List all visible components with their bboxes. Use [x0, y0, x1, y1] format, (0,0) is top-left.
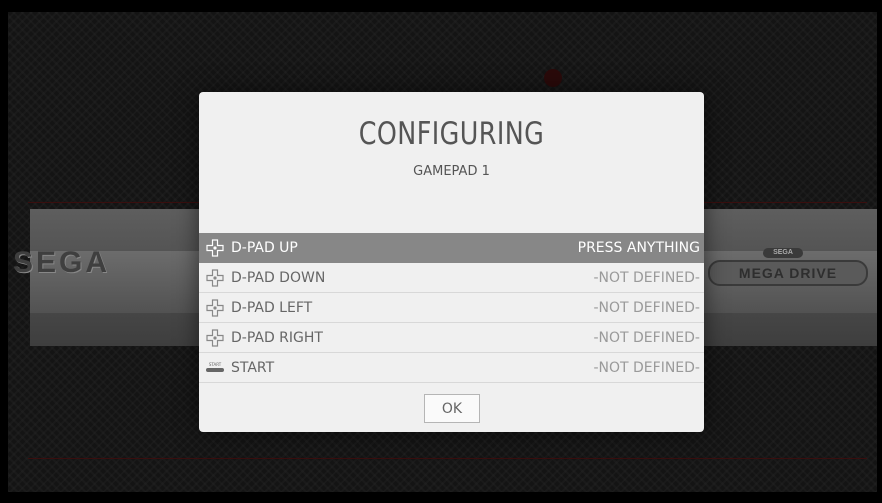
input-label: START [231, 359, 275, 376]
sega-logo: SEGA [13, 246, 111, 279]
input-row-dpad-up[interactable]: D-PAD UP PRESS ANYTHING [199, 233, 704, 263]
input-list: D-PAD UP PRESS ANYTHING D-PAD DOWN -NOT … [199, 233, 704, 383]
input-value: -NOT DEFINED- [593, 269, 700, 286]
background-line [28, 458, 867, 459]
input-row-dpad-right[interactable]: D-PAD RIGHT -NOT DEFINED- [199, 323, 704, 353]
input-value: -NOT DEFINED- [593, 299, 700, 316]
background-dot [544, 69, 562, 87]
dialog-title: CONFIGURING [358, 116, 545, 152]
ok-button[interactable]: OK [424, 394, 480, 423]
mega-drive-logo: SEGA MEGA DRIVE [708, 248, 868, 286]
input-label: D-PAD UP [231, 239, 298, 256]
input-value: -NOT DEFINED- [593, 359, 700, 376]
dpad-icon [204, 327, 226, 349]
mega-drive-logo-main: MEGA DRIVE [708, 260, 868, 286]
svg-text:START: START [209, 362, 222, 367]
dialog-subtitle: GAMEPAD 1 [413, 164, 490, 179]
dpad-icon [204, 237, 226, 259]
input-label: D-PAD RIGHT [231, 329, 323, 346]
configure-dialog: CONFIGURING GAMEPAD 1 D-PAD UP PRESS ANY… [199, 92, 704, 432]
input-row-dpad-down[interactable]: D-PAD DOWN -NOT DEFINED- [199, 263, 704, 293]
input-row-dpad-left[interactable]: D-PAD LEFT -NOT DEFINED- [199, 293, 704, 323]
input-label: D-PAD DOWN [231, 269, 326, 286]
input-value: PRESS ANYTHING [577, 239, 700, 256]
input-row-start[interactable]: START START -NOT DEFINED- [199, 353, 704, 383]
start-button-icon: START [204, 357, 226, 379]
dpad-icon [204, 267, 226, 289]
mega-drive-logo-top: SEGA [763, 248, 803, 258]
input-value: -NOT DEFINED- [593, 329, 700, 346]
input-label: D-PAD LEFT [231, 299, 313, 316]
dpad-icon [204, 297, 226, 319]
